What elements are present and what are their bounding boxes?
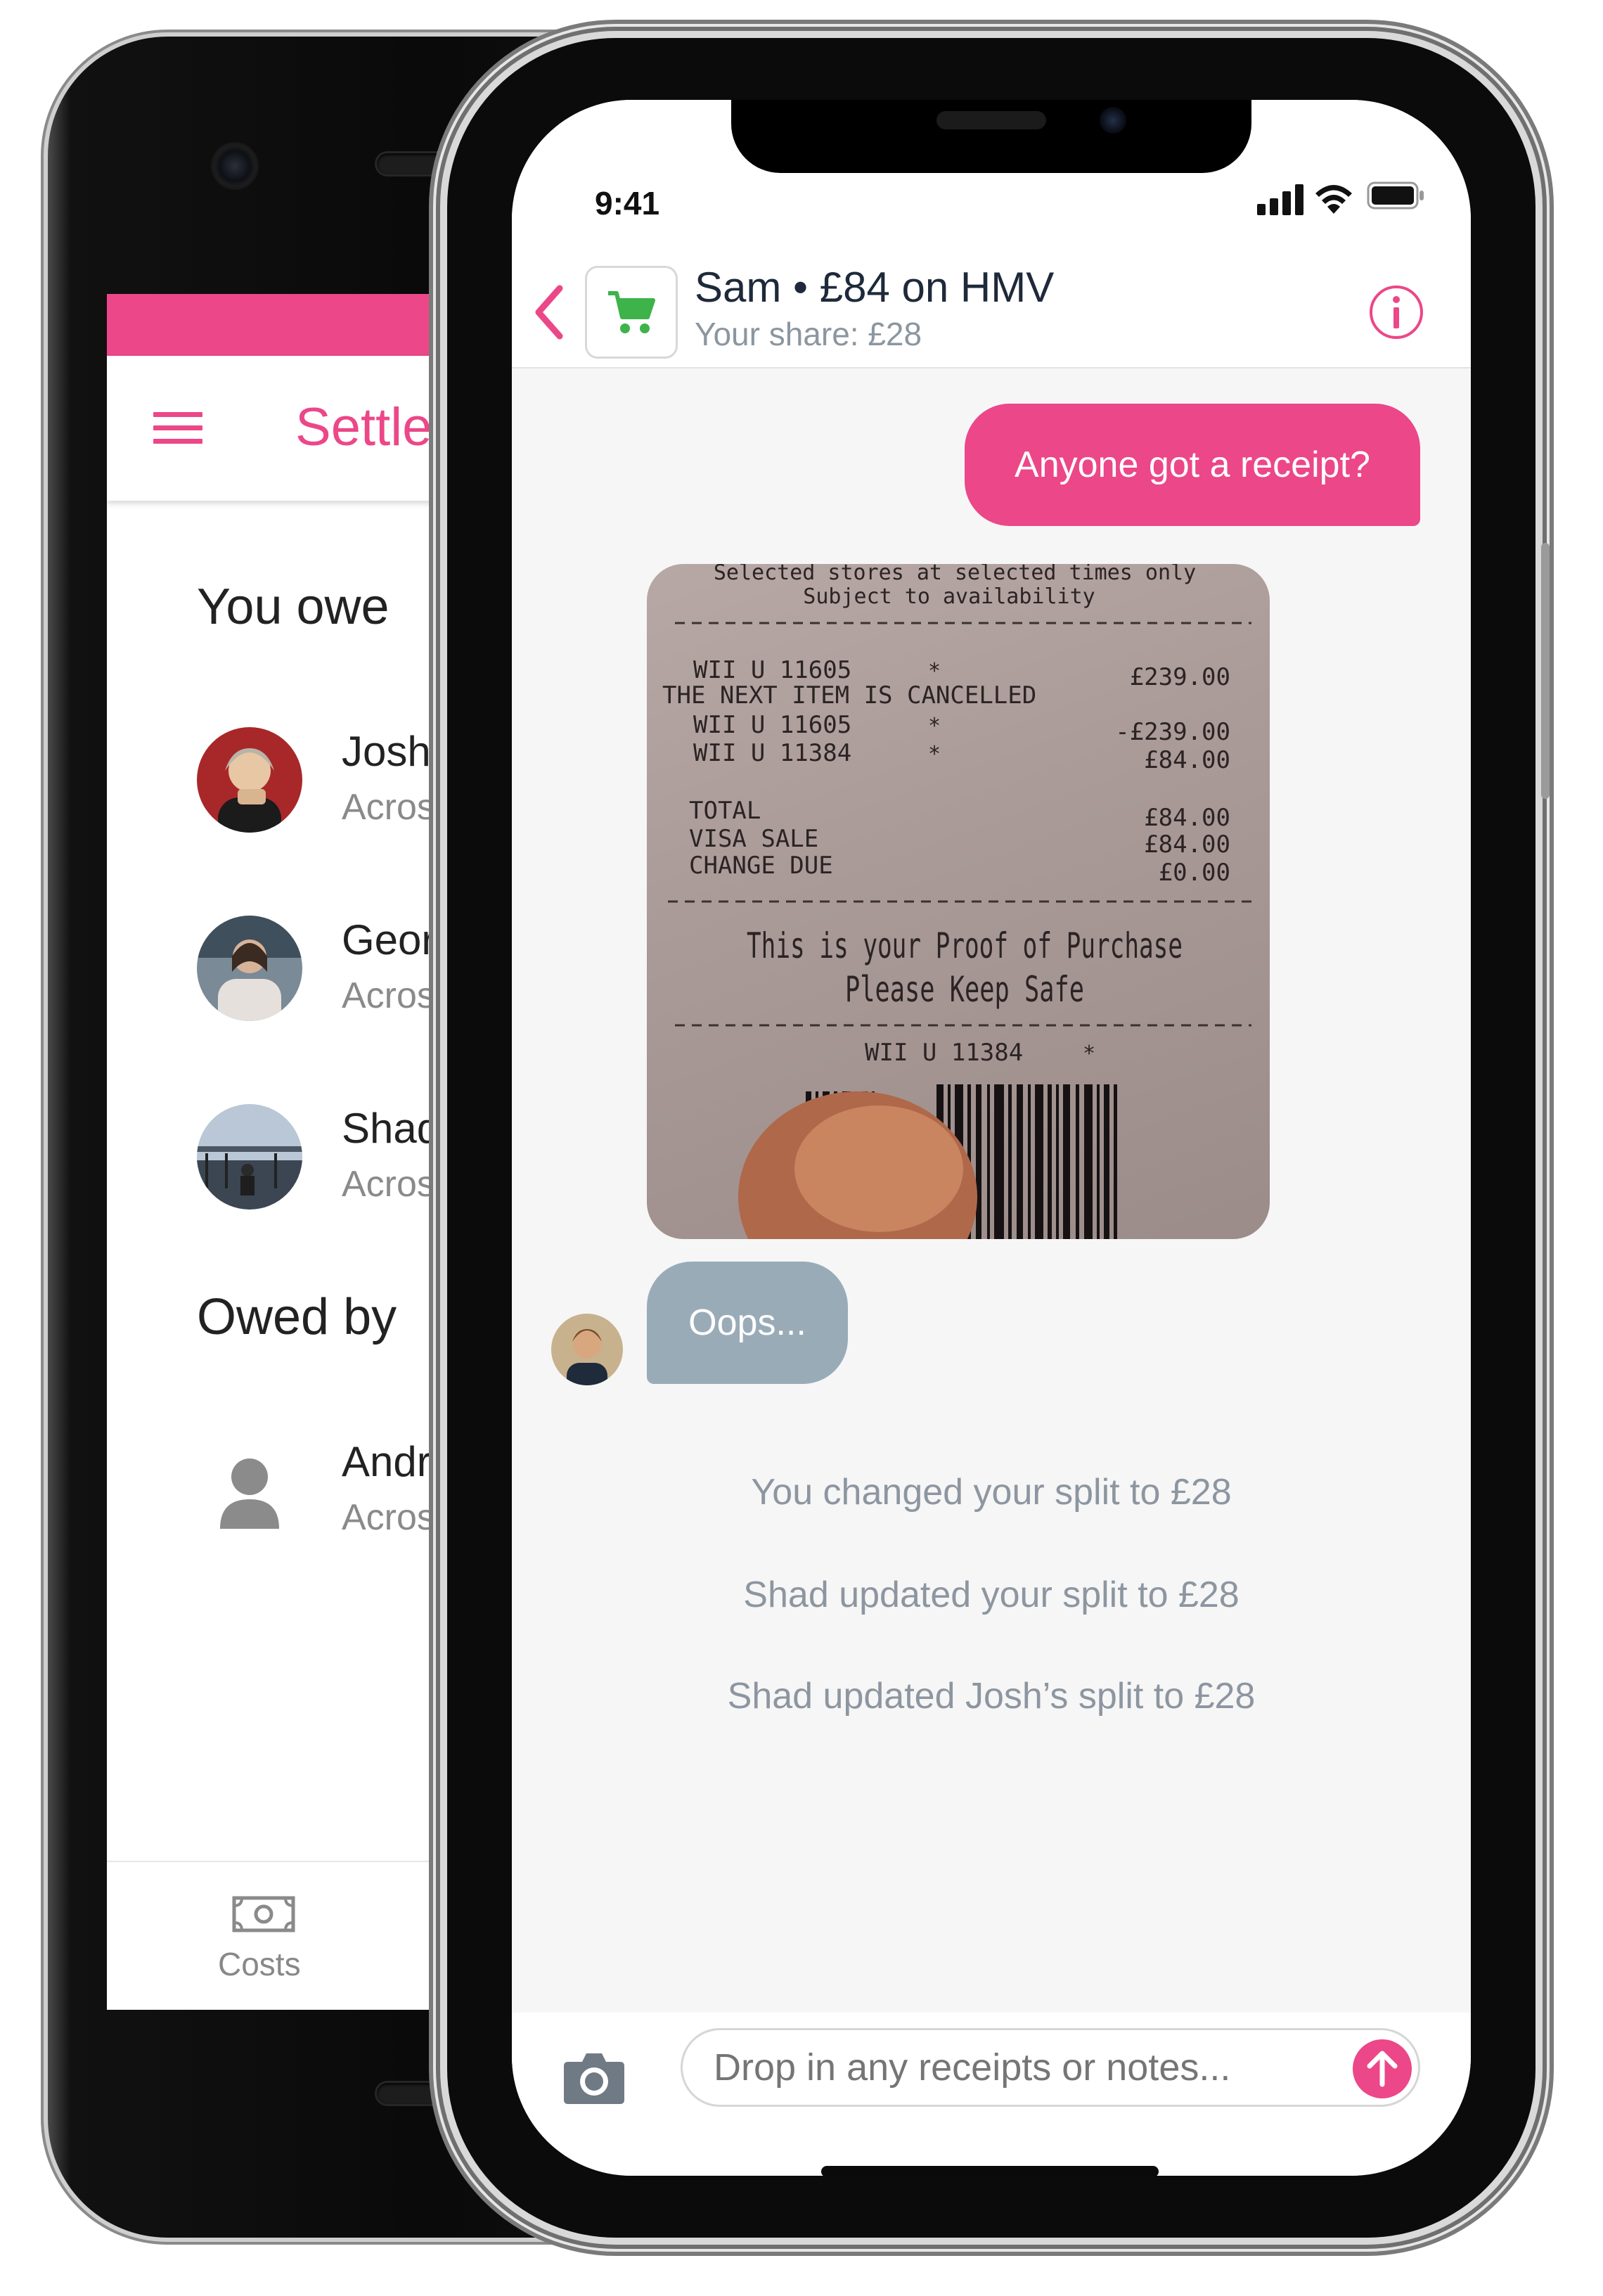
receipt-text: THE NEXT ITEM IS CANCELLED [662, 681, 1036, 710]
person-name: Shad [342, 1105, 441, 1152]
send-button[interactable] [1353, 2039, 1412, 2098]
category-badge [585, 266, 678, 359]
owed-by-heading: Owed by [197, 1289, 397, 1345]
receipt-text: WII U 11384 [865, 1039, 1023, 1067]
chat-title: Sam • £84 on HMV [695, 264, 1055, 311]
message-input[interactable] [681, 2028, 1420, 2107]
avatar [197, 1104, 302, 1210]
iphone-screen: 9:41 Sam • £84 on HMV Your share: £28 An… [512, 100, 1471, 2176]
receipt-text: CHANGE DUE [689, 852, 833, 880]
you-owe-heading: You owe [197, 579, 390, 635]
default-avatar-icon [197, 1437, 302, 1543]
arrow-up-icon [1367, 2051, 1398, 2087]
receipt-text: £239.00 [1130, 663, 1230, 691]
receipt-text: * [928, 742, 941, 767]
system-message: Shad updated your split to £28 [743, 1575, 1240, 1615]
receipt-text: Subject to availability [803, 584, 1095, 609]
back-chevron-icon[interactable] [533, 284, 565, 340]
camera-icon[interactable] [562, 2049, 626, 2105]
wifi-icon [1315, 185, 1352, 214]
avatar [197, 916, 302, 1021]
receipt-text: Selected stores at selected times only [714, 564, 1196, 585]
receipt-text: £84.00 [1144, 804, 1230, 832]
receipt-text: WII U 11605 [693, 656, 851, 684]
cellular-signal-icon [1257, 184, 1303, 215]
front-camera [1100, 107, 1126, 134]
earpiece-speaker [936, 111, 1046, 129]
receipt-text: -£239.00 [1115, 718, 1230, 746]
system-message: You changed your split to £28 [751, 1472, 1232, 1513]
receipt-text: * [1083, 1041, 1095, 1066]
message-composer [512, 2013, 1471, 2176]
notch [731, 100, 1251, 173]
shopping-cart-icon [608, 291, 655, 333]
incoming-message-bubble[interactable]: Oops... [647, 1262, 848, 1384]
receipt-text: TOTAL [689, 797, 761, 825]
tab-costs-label: Costs [218, 1946, 301, 1982]
receipt-text: WII U 11384 [693, 739, 851, 767]
receipt-photo[interactable]: Selected stores at selected times only S… [647, 564, 1270, 1239]
side-button [1541, 543, 1550, 799]
avatar [197, 727, 302, 833]
outgoing-message-bubble[interactable]: Anyone got a receipt? [965, 404, 1420, 526]
person-name: Josh [342, 728, 431, 775]
iphone: 9:41 Sam • £84 on HMV Your share: £28 An… [447, 38, 1550, 2238]
avatar [551, 1314, 623, 1385]
receipt-text: £84.00 [1144, 746, 1230, 774]
receipt-text: WII U 11605 [693, 711, 851, 739]
info-icon[interactable] [1368, 284, 1424, 340]
receipt-text: This is your Proof of Purchase [747, 925, 1183, 966]
status-time: 9:41 [595, 185, 660, 222]
system-message: Shad updated Josh’s split to £28 [727, 1676, 1256, 1717]
chat-subtitle: Your share: £28 [695, 316, 922, 352]
receipt-text: £0.00 [1159, 859, 1230, 887]
receipt-text: Please Keep Safe [845, 969, 1084, 1010]
hamburger-menu-icon[interactable] [153, 412, 202, 444]
banknote-icon [232, 1896, 295, 1932]
front-camera [211, 142, 259, 190]
receipt-text: VISA SALE [689, 825, 818, 853]
app-title: Settle [295, 397, 432, 457]
receipt-text: * [928, 659, 941, 684]
receipt-text: * [928, 714, 941, 738]
receipt-text: £84.00 [1144, 830, 1230, 859]
home-indicator[interactable] [821, 2166, 1159, 2176]
battery-icon [1367, 181, 1424, 210]
